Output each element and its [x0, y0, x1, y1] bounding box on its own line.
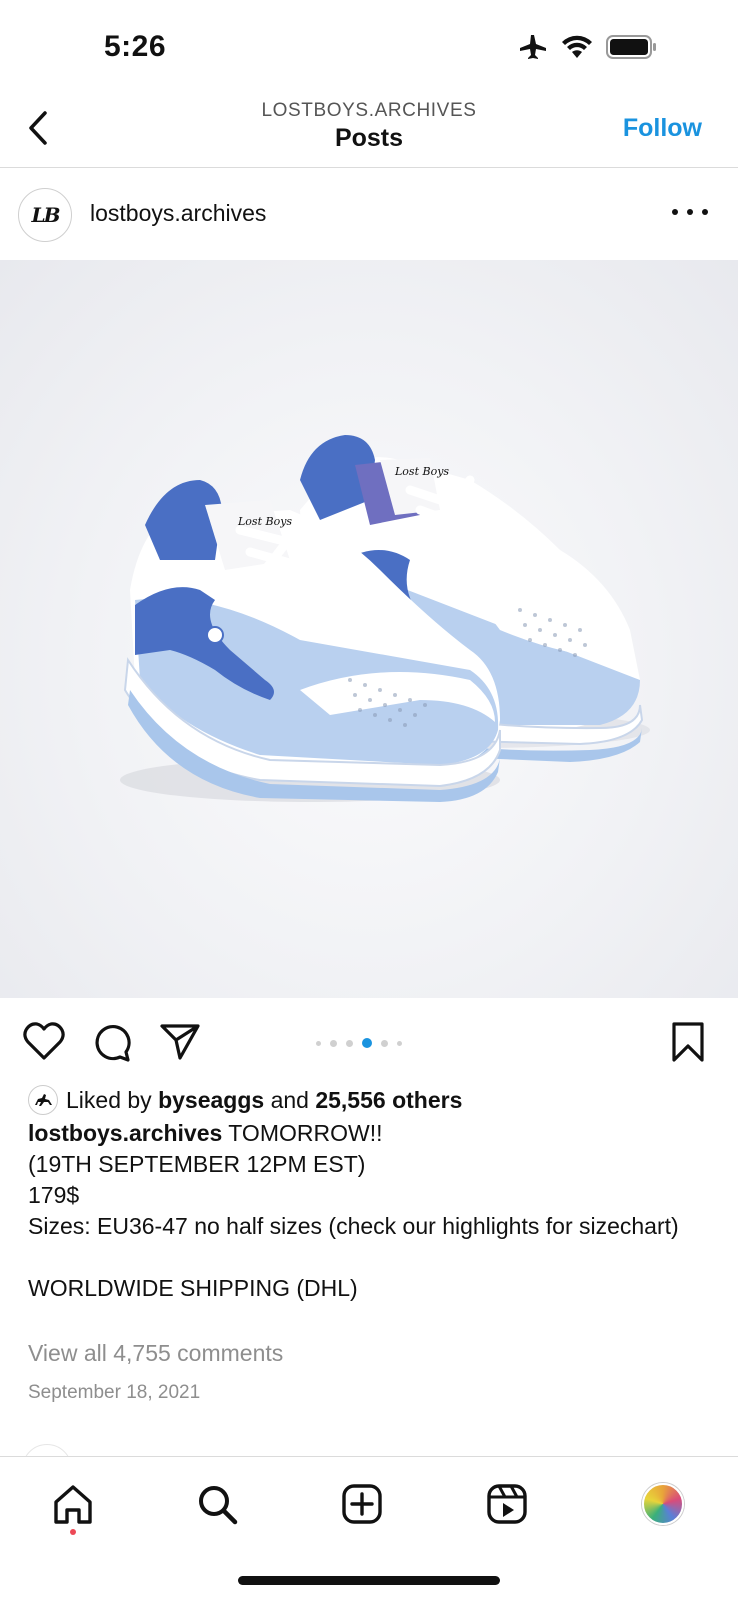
tab-profile[interactable]: [642, 1483, 684, 1525]
search-icon: [199, 1486, 238, 1525]
share-button[interactable]: [158, 1020, 202, 1064]
caption-line: Sizes: EU36-47 no half sizes (check our …: [28, 1213, 679, 1239]
post-actions: [0, 1008, 738, 1072]
carousel-dot-active: [362, 1038, 372, 1048]
post-header: LB lostboys.archives: [0, 170, 738, 260]
tab-home[interactable]: [48, 1479, 98, 1529]
share-icon: [160, 1024, 200, 1060]
carousel-dot: [346, 1039, 353, 1047]
battery-icon: [606, 34, 658, 65]
caption-first-line: TOMORROW!!: [228, 1120, 383, 1146]
post-image[interactable]: Lost Boys Lost Boys: [0, 260, 738, 998]
caption-line: 179$: [28, 1182, 80, 1208]
sneakers-image: Lost Boys Lost Boys: [120, 435, 650, 802]
carousel-dot: [381, 1039, 388, 1047]
notification-dot: [70, 1529, 76, 1535]
liked-by-middle: and: [270, 1086, 309, 1113]
caption-username[interactable]: lostboys.archives: [28, 1120, 222, 1146]
avatar[interactable]: LB: [18, 188, 72, 242]
carousel-indicator: [316, 1038, 402, 1048]
home-indicator: [238, 1576, 500, 1585]
wifi-icon: [560, 34, 594, 65]
bookmark-icon: [672, 1022, 704, 1062]
caption-line: WORLDWIDE SHIPPING (DHL): [28, 1275, 358, 1301]
nav-header: LOSTBOYS.ARCHIVES Posts Follow: [0, 96, 738, 168]
tab-search[interactable]: [192, 1479, 242, 1529]
status-time: 5:26: [104, 30, 167, 63]
likes-summary[interactable]: Liked by byseaggs and 25,556 others: [28, 1084, 462, 1116]
carousel-dot: [316, 1040, 321, 1046]
liked-by-prefix: Liked by: [66, 1086, 152, 1113]
more-dot: [702, 209, 708, 215]
caption-line: [28, 1242, 708, 1273]
more-options-button[interactable]: [672, 200, 708, 224]
post-date: September 18, 2021: [28, 1382, 201, 1403]
tongue-text-right: Lost Boys: [394, 465, 449, 478]
caption-line: (19TH SEPTEMBER 12PM EST): [28, 1151, 366, 1177]
post-caption: lostboys.archives TOMORROW!! (19TH SEPTE…: [28, 1118, 708, 1304]
carousel-dot: [397, 1040, 402, 1046]
post-username[interactable]: lostboys.archives: [90, 200, 266, 227]
tab-reels[interactable]: [482, 1479, 532, 1529]
tongue-text-left: Lost Boys: [237, 515, 292, 528]
reels-icon: [487, 1484, 527, 1524]
status-bar: 5:26: [0, 0, 738, 96]
like-button[interactable]: [22, 1020, 66, 1064]
tab-create[interactable]: [337, 1479, 387, 1529]
carousel-dot: [330, 1039, 337, 1047]
follow-button[interactable]: Follow: [623, 114, 702, 143]
status-icons: [518, 34, 658, 65]
likes-count[interactable]: 25,556 others: [315, 1087, 462, 1114]
comment-icon: [95, 1025, 131, 1062]
comment-button[interactable]: [90, 1020, 134, 1064]
home-icon: [54, 1485, 92, 1524]
view-comments-link[interactable]: View all 4,755 comments: [28, 1340, 283, 1367]
liked-by-user[interactable]: byseaggs: [158, 1087, 264, 1114]
liker-avatar: [28, 1085, 58, 1115]
heart-icon: [23, 1022, 65, 1060]
create-icon: [342, 1484, 382, 1524]
rider-icon: [35, 1094, 52, 1106]
more-dot: [687, 209, 693, 215]
save-button[interactable]: [666, 1020, 710, 1064]
airplane-icon: [518, 34, 548, 65]
more-horizontal-icon: [672, 209, 678, 215]
